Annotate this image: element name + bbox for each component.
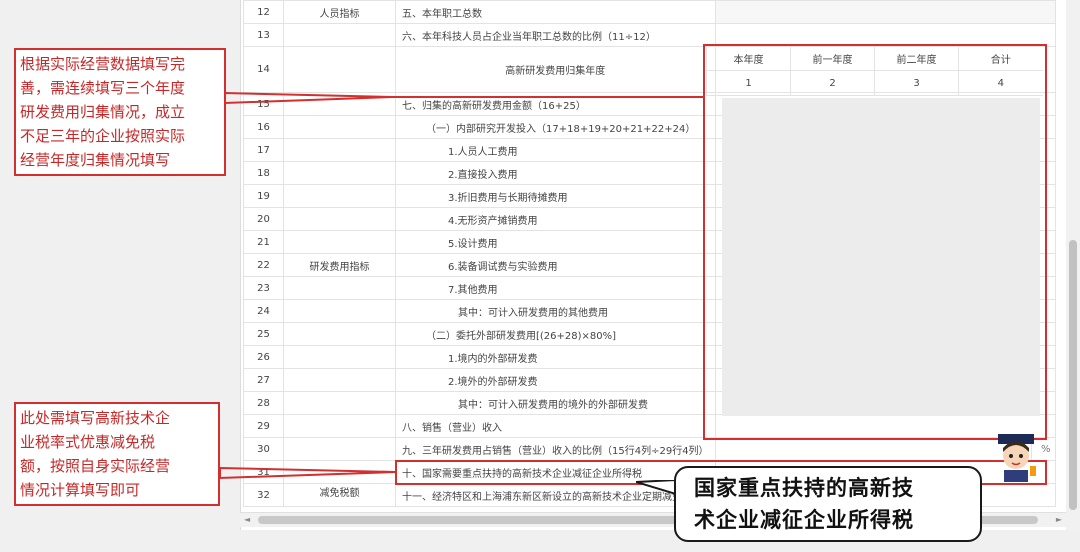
bottom-arrow-icon [219, 466, 396, 480]
top-arrow-icon [224, 91, 393, 105]
top-annotation-text: 根据实际经营数据填写完 善，需连续填写三个年度 研发费用归集情况，成立 不足三年… [20, 55, 186, 169]
cartoon-avatar-icon [998, 434, 1036, 482]
bottom-annotation-text: 此处需填写高新技术企 业税率式优惠减免税 额，按照自身实际经营 情况计算填写即可 [20, 409, 171, 499]
callout-text: 国家重点扶持的高新技 术企业减征企业所得税 [694, 476, 914, 532]
callout-tail-icon [636, 480, 676, 494]
